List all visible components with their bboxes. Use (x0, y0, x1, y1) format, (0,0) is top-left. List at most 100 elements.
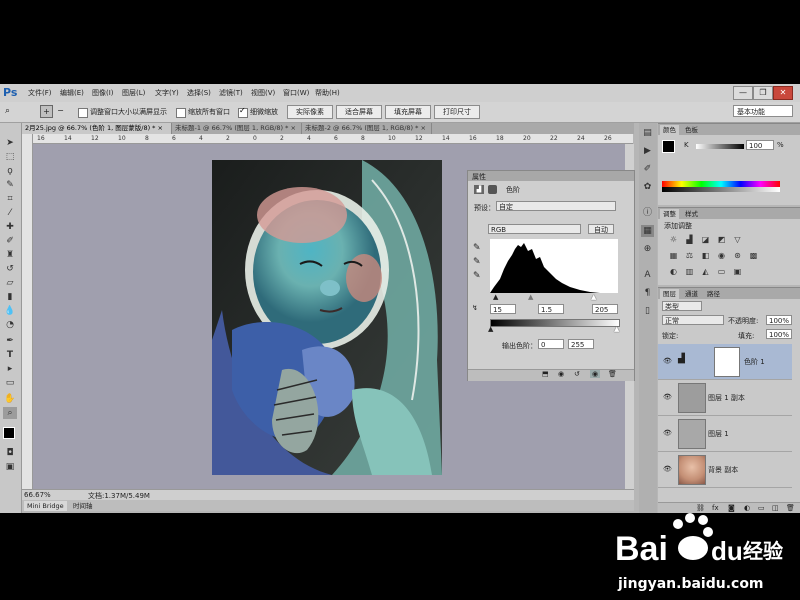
delete-layer-icon[interactable]: 🗑 (786, 504, 795, 512)
gray-eyedropper-icon[interactable]: ✎ (473, 257, 481, 267)
menu-type[interactable]: 文字(Y) (155, 88, 179, 98)
crop-tool-icon[interactable]: ⌗ (3, 193, 17, 205)
levels-adj-icon[interactable]: ▟ (684, 235, 695, 245)
marquee-tool-icon[interactable]: ⬚ (3, 151, 17, 163)
fill-value[interactable]: 100% (766, 329, 792, 339)
exposure-icon[interactable]: ◩ (716, 235, 727, 245)
photo-filter-icon[interactable]: ◉ (716, 251, 727, 261)
minimize-button[interactable]: — (733, 86, 753, 100)
zoom-tool-icon-active[interactable]: ⌕ (3, 407, 17, 419)
view-previous-icon[interactable]: ◉ (558, 370, 564, 378)
info-panel-icon[interactable]: ⓘ (641, 207, 654, 219)
zoom-readout[interactable]: 66.67% (24, 491, 51, 499)
preset-select[interactable]: 自定 (496, 201, 616, 211)
clip-to-layer-icon[interactable]: ⬒ (542, 370, 549, 378)
channel-mixer-icon[interactable]: ⊛ (732, 251, 743, 261)
zoom-all-checkbox[interactable] (176, 108, 186, 118)
actual-pixels-button[interactable]: 实际像素 (287, 105, 333, 119)
eraser-tool-icon[interactable]: ▱ (3, 277, 17, 289)
history-brush-icon[interactable]: ↺ (3, 263, 17, 275)
output-black-slider[interactable]: ▲ (488, 325, 493, 333)
path-select-tool-icon[interactable]: ▸ (3, 363, 17, 375)
tab-swatches[interactable]: 色板 (682, 125, 701, 135)
paragraph-panel-icon[interactable]: ¶ (641, 287, 654, 299)
layer-row-background-copy[interactable]: 👁 背景 副本 (658, 452, 792, 488)
resize-windows-checkbox[interactable] (78, 108, 88, 118)
k-value[interactable]: 100 (746, 140, 774, 150)
brightness-icon[interactable]: ☼ (668, 235, 679, 245)
close-button[interactable]: ✕ (773, 86, 793, 100)
dodge-tool-icon[interactable]: ◔ (3, 319, 17, 331)
move-tool-icon[interactable]: ➤ (3, 137, 17, 149)
layer-row-layer1-copy[interactable]: 👁 图层 1 副本 (658, 380, 792, 416)
brush-panel-icon[interactable]: ✐ (641, 163, 654, 175)
opacity-value[interactable]: 100% (766, 315, 792, 325)
visibility-icon[interactable]: ◉ (590, 370, 601, 378)
curves-icon[interactable]: ◪ (700, 235, 711, 245)
panel-foreground-swatch[interactable] (662, 140, 675, 153)
threshold-icon[interactable]: ◭ (700, 267, 711, 277)
input-white-value[interactable]: 205 (592, 304, 618, 314)
restore-button[interactable]: ❐ (753, 86, 773, 100)
kind-filter-select[interactable]: 类型 (662, 301, 702, 311)
type-tool-icon[interactable]: T (3, 349, 17, 361)
menu-view[interactable]: 视图(V) (251, 88, 275, 98)
color-lookup-icon[interactable]: ▩ (748, 251, 759, 261)
foreground-color-swatch[interactable] (3, 427, 15, 439)
black-eyedropper-icon[interactable]: ✎ (473, 243, 481, 253)
output-white-value[interactable]: 255 (568, 339, 594, 349)
eye-icon[interactable]: 👁 (663, 393, 672, 401)
print-size-button[interactable]: 打印尺寸 (434, 105, 480, 119)
input-white-slider[interactable]: ▲ (591, 293, 596, 301)
quick-mask-icon[interactable]: ◘ (3, 447, 17, 459)
eye-icon[interactable]: 👁 (663, 465, 672, 473)
white-eyedropper-icon[interactable]: ✎ (473, 271, 481, 281)
eye-icon[interactable]: 👁 (663, 429, 672, 437)
menu-image[interactable]: 图像(I) (92, 88, 114, 98)
link-layers-icon[interactable]: ⛓ (696, 504, 705, 512)
layer-style-icon[interactable]: fx (712, 504, 719, 512)
tab-paths[interactable]: 路径 (704, 289, 723, 299)
healing-tool-icon[interactable]: ✚ (3, 221, 17, 233)
tab-color[interactable]: 颜色 (660, 125, 679, 135)
output-white-slider[interactable]: ▲ (614, 325, 619, 333)
tab-timeline[interactable]: 时间轴 (70, 501, 96, 511)
new-group-icon[interactable]: ▭ (758, 504, 765, 512)
workspace-select[interactable]: 基本功能 (733, 105, 793, 117)
selective-color-icon[interactable]: ▣ (732, 267, 743, 277)
k-slider[interactable] (696, 144, 744, 149)
invert-icon[interactable]: ◐ (668, 267, 679, 277)
layer-mask-thumb[interactable] (714, 347, 740, 377)
zoom-in-icon[interactable]: + (40, 105, 53, 118)
color-balance-icon[interactable]: ⚖ (684, 251, 695, 261)
menu-select[interactable]: 选择(S) (187, 88, 211, 98)
clone-source-icon[interactable]: ✿ (641, 181, 654, 193)
menu-window[interactable]: 窗口(W) (283, 88, 309, 98)
output-black-value[interactable]: 0 (538, 339, 564, 349)
gray-ramp[interactable] (662, 187, 780, 192)
reset-icon[interactable]: ↺ (574, 370, 580, 378)
tab-mini-bridge[interactable]: Mini Bridge (24, 501, 67, 511)
menu-help[interactable]: 帮助(H) (315, 88, 340, 98)
layer-row-layer1[interactable]: 👁 图层 1 (658, 416, 792, 452)
history-panel-icon[interactable]: ▤ (641, 127, 654, 139)
blur-tool-icon[interactable]: 💧 (3, 305, 17, 317)
input-gray-slider[interactable]: ▲ (528, 293, 533, 301)
delete-adjustment-icon[interactable]: 🗑 (608, 370, 617, 378)
doc-tab-1[interactable]: 2月25.jpg @ 66.7% (色阶 1, 图层蒙版/8) * × (22, 123, 172, 134)
tab-styles[interactable]: 样式 (682, 209, 701, 219)
clipping-icon[interactable]: ↯ (472, 304, 478, 312)
gradient-tool-icon[interactable]: ▮ (3, 291, 17, 303)
character-panel-icon[interactable]: A (641, 269, 654, 281)
menu-layer[interactable]: 图层(L) (122, 88, 145, 98)
stamp-tool-icon[interactable]: ♜ (3, 249, 17, 261)
properties-tab-label[interactable]: 属性 (472, 172, 486, 182)
lasso-tool-icon[interactable]: ϙ (3, 165, 17, 177)
navigator-icon[interactable]: ⊕ (641, 243, 654, 255)
zoom-out-icon[interactable]: − (55, 105, 66, 116)
hue-saturation-icon[interactable]: ▦ (668, 251, 679, 261)
zoom-tool-icon[interactable]: ⌕ (5, 106, 10, 116)
glyph-panel-icon[interactable]: ▯ (641, 305, 654, 317)
pen-tool-icon[interactable]: ✒ (3, 335, 17, 347)
vibrance-icon[interactable]: ▽ (732, 235, 743, 245)
